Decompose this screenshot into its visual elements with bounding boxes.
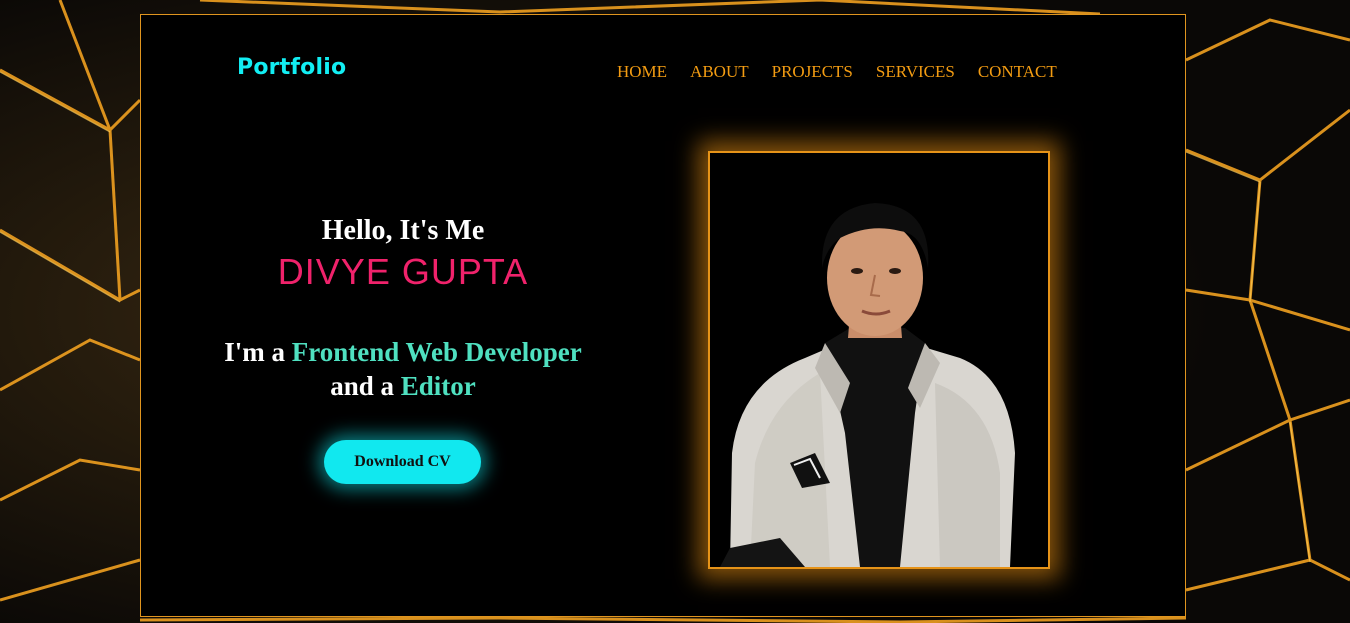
hero-name: DIVYE GUPTA [277, 251, 529, 292]
hero-text: Hello, It's Me DIVYE GUPTA I'm a Fronten… [141, 213, 665, 403]
top-nav: HOME ABOUT PROJECTS SERVICES CONTACT [617, 62, 1057, 82]
hero-frame: Portfolio HOME ABOUT PROJECTS SERVICES C… [140, 14, 1186, 617]
role-secondary: Editor [400, 371, 476, 401]
nav-projects[interactable]: PROJECTS [772, 62, 853, 82]
logo[interactable]: Portfolio [237, 55, 346, 80]
nav-services[interactable]: SERVICES [876, 62, 955, 82]
nav-home[interactable]: HOME [617, 62, 667, 82]
profile-photo [708, 151, 1050, 569]
nav-about[interactable]: ABOUT [690, 62, 749, 82]
role-join: and a [330, 371, 401, 401]
nav-contact[interactable]: CONTACT [978, 62, 1057, 82]
role-primary: Frontend Web Developer [291, 337, 582, 367]
person-illustration [720, 203, 1015, 567]
role-prefix: I'm a [224, 337, 292, 367]
role-line: I'm a Frontend Web Developer and a Edito… [141, 335, 665, 403]
greeting: Hello, It's Me [321, 215, 485, 246]
download-cv-button[interactable]: Download CV [324, 440, 481, 484]
